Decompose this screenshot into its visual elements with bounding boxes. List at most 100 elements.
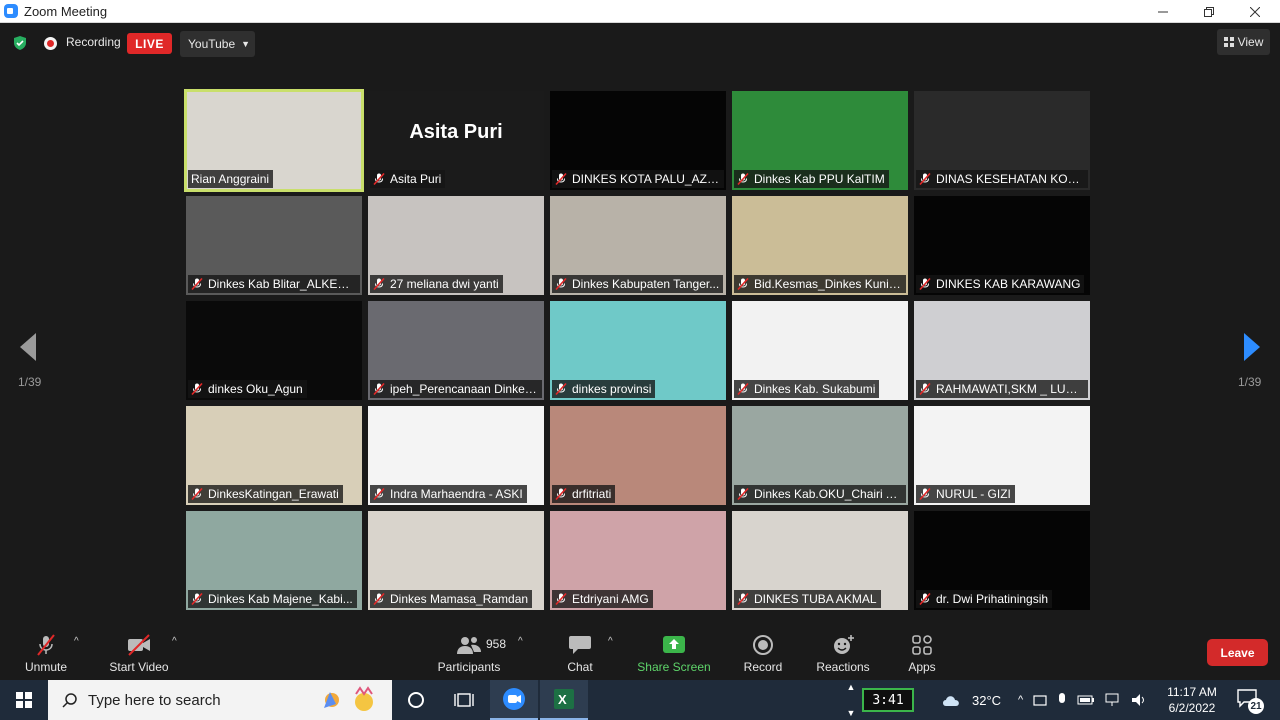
participant-tile[interactable]: dinkes Oku_Agun — [186, 301, 362, 400]
view-button[interactable]: View — [1217, 29, 1270, 55]
participants-label: Participants — [437, 660, 501, 674]
participant-name-bar: Dinkes Kabupaten Tanger... — [552, 275, 724, 293]
caret-down-icon: ▼ — [241, 39, 251, 49]
muted-microphone-icon — [37, 634, 55, 656]
participant-tile[interactable]: Indra Marhaendra - ASKI — [368, 406, 544, 505]
audio-options-caret-icon[interactable]: ^ — [74, 636, 79, 647]
cortana-circle-icon — [408, 692, 424, 708]
participant-tile[interactable]: dr. Dwi Prihatiningsih — [914, 511, 1090, 610]
participant-name: Rian Anggraini — [191, 172, 270, 186]
encryption-shield-icon[interactable] — [12, 35, 28, 51]
task-view-button[interactable] — [440, 680, 488, 720]
notification-count-badge: 21 — [1248, 698, 1264, 714]
participant-tile[interactable]: Asita Puri Asita Puri — [368, 91, 544, 190]
record-icon — [753, 635, 773, 655]
page-indicator-left: 1/39 — [18, 375, 42, 389]
notification-center-button[interactable]: 21 — [1236, 688, 1264, 714]
participant-tile[interactable]: Rian Anggraini — [184, 89, 364, 192]
unmute-label: Unmute — [24, 660, 68, 674]
participant-tile[interactable]: Dinkes Kabupaten Tanger... — [550, 196, 726, 295]
participants-options-caret-icon[interactable]: ^ — [518, 636, 523, 647]
muted-microphone-icon — [373, 173, 385, 185]
unmute-button[interactable]: Unmute — [20, 628, 72, 680]
apps-button[interactable]: Apps — [902, 628, 942, 680]
participant-tile[interactable]: NURUL - GIZI — [914, 406, 1090, 505]
network-icon[interactable] — [1105, 693, 1121, 707]
muted-microphone-icon — [919, 593, 931, 605]
previous-page-arrow[interactable] — [20, 333, 36, 361]
windows-start-icon[interactable] — [16, 692, 32, 708]
participant-tile[interactable]: Dinkes Kab PPU KalTIM — [732, 91, 908, 190]
search-placeholder: Type here to search — [88, 691, 221, 709]
participant-tile[interactable]: Dinkes Kab Blitar_ALKES ... — [186, 196, 362, 295]
participant-tile[interactable]: DINKES KOTA PALU_AZR... — [550, 91, 726, 190]
participant-tile[interactable]: Etdriyani AMG — [550, 511, 726, 610]
taskbar-search-box[interactable]: Type here to search — [48, 680, 392, 720]
taskbar-zoom-app[interactable] — [490, 680, 538, 720]
participant-name-bar: Dinkes Kab.OKU_Chairi A... — [734, 485, 906, 503]
participant-name: dinkes Oku_Agun — [208, 382, 303, 396]
participants-button[interactable]: 958 Participants — [434, 628, 506, 680]
maximize-button[interactable] — [1186, 0, 1232, 23]
share-screen-button[interactable]: Share Screen — [636, 628, 712, 680]
participant-tile[interactable]: DINKES TUBA AKMAL — [732, 511, 908, 610]
stream-target-dropdown[interactable]: YouTube ▼ — [180, 31, 255, 57]
reactions-button[interactable]: Reactions — [812, 628, 874, 680]
stream-target-label: YouTube — [188, 37, 236, 51]
microphone-in-use-icon[interactable] — [1057, 693, 1067, 707]
volume-icon[interactable] — [1131, 693, 1147, 707]
close-button[interactable] — [1232, 0, 1278, 23]
record-button[interactable]: Record — [738, 628, 788, 680]
participant-name: dr. Dwi Prihatiningsih — [936, 592, 1049, 606]
participant-tile[interactable]: Dinkes Kab. Sukabumi — [732, 301, 908, 400]
participant-name-bar: Rian Anggraini — [188, 170, 274, 188]
search-highlight-illustration-icon — [324, 686, 373, 711]
cortana-button[interactable] — [392, 680, 440, 720]
minimize-button[interactable] — [1140, 0, 1186, 23]
participant-tile[interactable]: drfitriati — [550, 406, 726, 505]
meeting-toolbar: Unmute ^ Start Video ^ 958 Participants … — [0, 628, 1280, 680]
chat-icon — [569, 636, 591, 654]
taskbar-timer[interactable]: 3:41 — [862, 688, 914, 712]
taskbar-clock[interactable]: 11:17 AM 6/2/2022 — [1160, 684, 1224, 716]
taskbar-scroll-arrows[interactable]: ▲ ▼ — [845, 682, 857, 718]
record-label: Record — [743, 660, 783, 674]
participant-name: DINKES TUBA AKMAL — [754, 592, 877, 606]
participant-tile[interactable]: Dinkes Kab.OKU_Chairi A... — [732, 406, 908, 505]
chat-options-caret-icon[interactable]: ^ — [608, 636, 613, 647]
participant-tile[interactable]: Bid.Kesmas_Dinkes Kunin... — [732, 196, 908, 295]
participant-tile[interactable]: DINAS KESEHATAN KOTA ... — [914, 91, 1090, 190]
meet-now-icon[interactable] — [1033, 693, 1047, 707]
participant-name: RAHMAWATI,SKM _ LUW... — [936, 382, 1084, 396]
participant-name: dinkes provinsi — [572, 382, 652, 396]
share-screen-label: Share Screen — [637, 660, 711, 674]
start-video-button[interactable]: Start Video — [104, 628, 174, 680]
participant-name-bar: ipeh_Perencanaan Dinkes... — [370, 380, 542, 398]
video-options-caret-icon[interactable]: ^ — [172, 636, 177, 647]
weather-widget[interactable]: 32°C — [940, 680, 1001, 720]
participant-tile[interactable]: ipeh_Perencanaan Dinkes... — [368, 301, 544, 400]
next-page-arrow[interactable] — [1244, 333, 1260, 361]
participant-tile[interactable]: Dinkes Mamasa_Ramdan — [368, 511, 544, 610]
participant-tile[interactable]: DinkesKatingan_Erawati — [186, 406, 362, 505]
participants-icon — [457, 637, 481, 654]
recording-label[interactable]: Recording — [66, 35, 121, 49]
muted-microphone-icon — [373, 593, 385, 605]
leave-button[interactable]: Leave — [1207, 639, 1268, 666]
close-icon — [1250, 6, 1260, 17]
participant-tile[interactable]: DINKES KAB KARAWANG — [914, 196, 1090, 295]
muted-microphone-icon — [191, 278, 203, 290]
muted-microphone-icon — [555, 278, 567, 290]
show-hidden-icons-chevron-icon[interactable]: ^ — [1018, 694, 1023, 706]
muted-microphone-icon — [555, 383, 567, 395]
participant-tile[interactable]: 27 meliana dwi yanti — [368, 196, 544, 295]
taskbar-excel-app[interactable]: X — [540, 680, 588, 720]
muted-microphone-icon — [373, 488, 385, 500]
battery-icon[interactable] — [1077, 694, 1095, 706]
live-badge[interactable]: LIVE — [127, 33, 172, 54]
participant-tile[interactable]: Dinkes Kab Majene_Kabi... — [186, 511, 362, 610]
participant-tile[interactable]: dinkes provinsi — [550, 301, 726, 400]
chat-button[interactable]: Chat — [560, 628, 600, 680]
participant-tile[interactable]: RAHMAWATI,SKM _ LUW... — [914, 301, 1090, 400]
participant-name: Dinkes Kab.OKU_Chairi A... — [754, 487, 902, 501]
